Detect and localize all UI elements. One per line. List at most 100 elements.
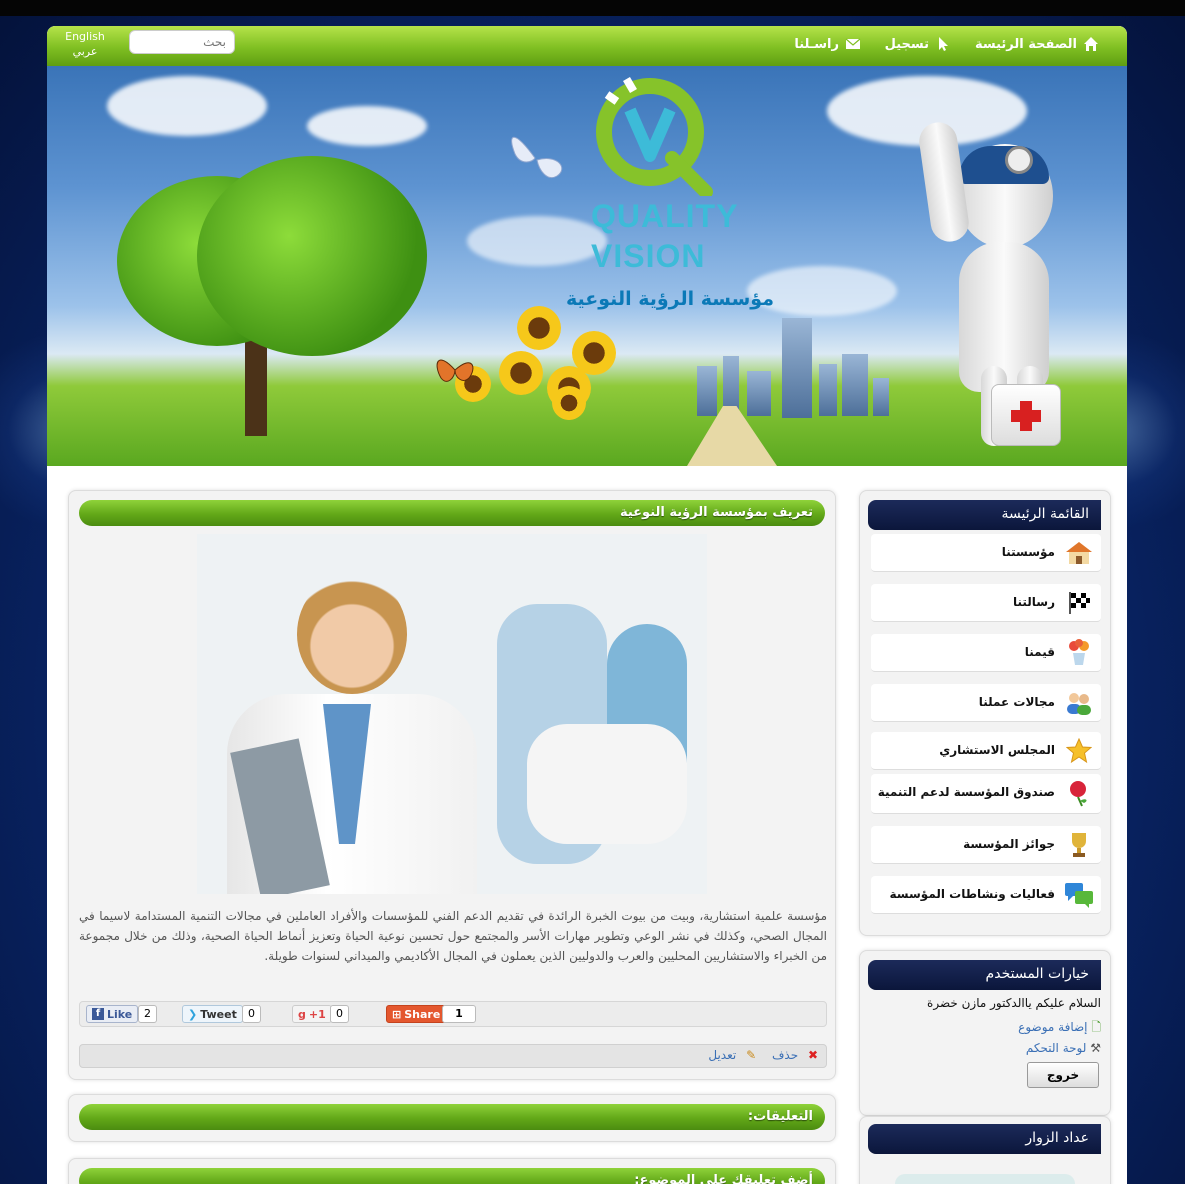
brand-arabic: مؤسسة الرؤية النوعية — [566, 288, 774, 310]
patient-bed — [527, 724, 687, 844]
tools-icon: ⚒ — [1090, 1041, 1101, 1055]
logout-button[interactable]: خروج — [1027, 1062, 1099, 1088]
flower-vase-icon — [1063, 638, 1095, 668]
add-document-icon: 🗋 — [1091, 1020, 1101, 1034]
facebook-like-button[interactable]: f Like — [86, 1005, 139, 1023]
first-aid-kit-icon — [991, 384, 1061, 446]
nav-register[interactable]: تسجيل — [885, 36, 951, 52]
menu-item-label: رسالتنا — [1012, 595, 1055, 609]
building — [782, 318, 812, 418]
menu-item-label: صندوق المؤسسة لدعم التنمية — [877, 785, 1055, 799]
menu-item-label: فعاليات ونشاطات المؤسسة — [889, 887, 1056, 901]
facebook-like-label: Like — [107, 1007, 133, 1021]
share-plus-icon: ⊞ — [392, 1007, 402, 1021]
share-label: Share — [404, 1007, 441, 1021]
google-plus-count: 0 — [330, 1005, 349, 1023]
tweet-count: 0 — [242, 1005, 261, 1023]
tweet-button[interactable]: ❯ Tweet — [182, 1005, 243, 1023]
menu-item-our-institution[interactable]: مؤسستنا — [871, 534, 1101, 572]
delete-link[interactable]: حذف — [772, 1048, 798, 1062]
lang-arabic-link[interactable]: عربي — [53, 44, 117, 59]
google-plus-icon: g — [298, 1007, 306, 1021]
nav-contact-label: راسـلنا — [794, 36, 839, 52]
delete-x-icon[interactable]: ✖ — [808, 1048, 818, 1062]
envelope-icon — [845, 38, 861, 49]
facebook-icon: f — [92, 1008, 104, 1020]
menu-item-awards[interactable]: جوائز المؤسسة — [871, 826, 1101, 864]
checkered-flag-icon — [1063, 588, 1095, 618]
comments-title: التعليقات: — [79, 1104, 825, 1130]
add-topic-row[interactable]: 🗋 إضافة موضوع — [1018, 1018, 1101, 1039]
add-topic-link[interactable]: إضافة موضوع — [1018, 1020, 1087, 1034]
menu-item-our-mission[interactable]: رسالتنا — [871, 584, 1101, 622]
cursor-icon — [939, 37, 948, 51]
sunflower — [499, 351, 543, 395]
orange-butterfly-icon — [436, 359, 474, 382]
cloud — [107, 76, 267, 136]
menu-item-label: قيمنا — [1024, 645, 1055, 659]
google-plus-one-button[interactable]: g +1 — [292, 1005, 332, 1023]
edit-link[interactable]: تعديل — [708, 1048, 736, 1062]
page-container: الصفحة الرئيسة تسجيل راسـلنا English عرب… — [47, 26, 1127, 1184]
nav-home[interactable]: الصفحة الرئيسة — [975, 36, 1099, 52]
menu-item-our-values[interactable]: قيمنا — [871, 634, 1101, 672]
star-icon — [1063, 736, 1095, 766]
share-count: 1 — [442, 1005, 476, 1023]
nav-contact[interactable]: راسـلنا — [794, 36, 861, 52]
menu-item-label: المجلس الاستشاري — [939, 743, 1055, 757]
user-options-title: خيارات المستخدم — [868, 960, 1101, 990]
article-image — [197, 534, 707, 894]
twitter-bird-icon: ❯ — [188, 1007, 198, 1021]
user-greeting: السلام عليكم ياالدكتور مازن خضرة — [927, 996, 1101, 1010]
building — [819, 364, 837, 416]
sunflower — [517, 306, 561, 350]
language-switcher: English عربي — [53, 29, 117, 59]
visitor-counter-title: عداد الزوار — [868, 1124, 1101, 1154]
pencil-icon[interactable]: ✎ — [746, 1048, 756, 1062]
menu-item-development-fund[interactable]: صندوق المؤسسة لدعم التنمية — [871, 774, 1101, 814]
tree-trunk — [245, 336, 267, 436]
building — [873, 378, 889, 416]
chat-bubbles-icon — [1063, 880, 1095, 910]
social-share-bar: f Like 2 ❯ Tweet 0 g +1 0 ⊞ Share 1 — [79, 1001, 827, 1027]
nav-register-label: تسجيل — [884, 36, 929, 52]
menu-item-our-fields[interactable]: مجالات عملنا — [871, 684, 1101, 722]
rose-icon — [1063, 778, 1095, 808]
header-banner: QUALITY VISION مؤسسة الرؤية النوعية — [47, 66, 1127, 466]
cloud — [467, 216, 607, 266]
visitor-counter-widget — [895, 1174, 1075, 1184]
butterfly-icon — [511, 136, 563, 178]
cloud — [307, 106, 427, 146]
building — [697, 366, 717, 416]
head-mirror-icon — [1005, 146, 1033, 174]
google-plus-label: +1 — [308, 1007, 326, 1021]
main-menu-title: القائمة الرئيسة — [868, 500, 1101, 530]
top-nav-bar: الصفحة الرئيسة تسجيل راسـلنا English عرب… — [47, 26, 1127, 66]
house-icon — [1063, 538, 1095, 568]
building — [842, 354, 868, 416]
control-panel-link[interactable]: لوحة التحكم — [1026, 1041, 1087, 1055]
nav-home-label: الصفحة الرئيسة — [974, 36, 1077, 52]
users-icon — [1063, 688, 1095, 718]
menu-item-advisory-board[interactable]: المجلس الاستشاري — [871, 732, 1101, 770]
doctor-cap — [959, 146, 1049, 184]
quality-vision-logo-icon — [596, 76, 713, 196]
menu-item-label: مؤسستنا — [1001, 545, 1055, 559]
menu-item-label: جوائز المؤسسة — [963, 837, 1055, 851]
tree-canopy — [197, 156, 427, 356]
menu-item-activities[interactable]: فعاليات ونشاطات المؤسسة — [871, 876, 1101, 914]
article-title: تعريف بمؤسسة الرؤية النوعية — [79, 500, 825, 526]
tweet-label: Tweet — [200, 1007, 237, 1021]
brand-line-2: VISION — [591, 238, 706, 274]
add-comment-title: أضف تعليقك على الموضوع: — [79, 1168, 825, 1184]
control-panel-row[interactable]: ⚒ لوحة التحكم — [1026, 1041, 1101, 1055]
article-admin-bar: ✖ حذف ✎ تعديل — [79, 1044, 827, 1068]
lang-english-link[interactable]: English — [53, 29, 117, 44]
home-icon — [1084, 37, 1098, 51]
building — [747, 371, 771, 416]
search-input[interactable] — [129, 30, 235, 54]
menu-item-label: مجالات عملنا — [978, 695, 1055, 709]
brand-line-1: QUALITY — [591, 198, 739, 234]
article-body: مؤسسة علمية استشارية، وبيت من بيوت الخبر… — [79, 909, 827, 963]
share-button[interactable]: ⊞ Share — [386, 1005, 447, 1023]
